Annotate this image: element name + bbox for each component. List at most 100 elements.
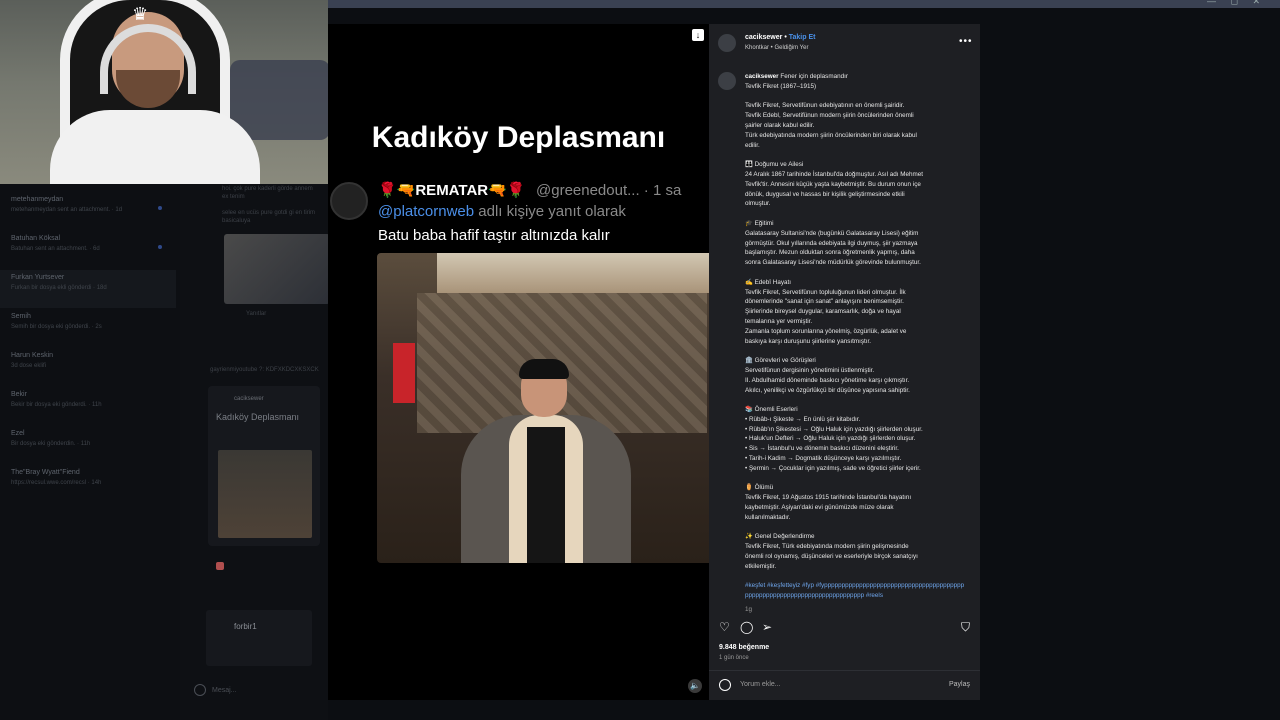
window-titlebar: ― ◻ ✕ — [328, 0, 1280, 8]
tweet-reply-text: adlı kişiye yanıt olarak — [474, 203, 626, 220]
bookmark-icon[interactable]: ⛉ — [961, 620, 970, 635]
caption-line: Servetifünun dergisinin yönetimini üstle… — [745, 366, 875, 374]
caption-line: önemli rol oynamış, düşünceleri ve eserl… — [745, 553, 918, 561]
dm-list: metehanmeydan metehanmeydan sent an atta… — [0, 184, 180, 720]
webcam-overlay: ♛ — [0, 0, 328, 184]
dm-preview: Bir dosya eki gönderdin. · 11h — [11, 441, 91, 447]
caption-line: dönük, duygusal ve hassas bir kişilik ge… — [745, 190, 905, 198]
caption-title: Fener için deplasmandır — [780, 73, 848, 80]
more-options-icon[interactable]: ••• — [959, 36, 973, 47]
caption-line: 🎓 Eğitimi — [745, 219, 774, 227]
caption-line: Tevfik Fikret, Türk edebiyatında modern … — [745, 543, 909, 551]
caption-paragraph: Tevfik Fikret (1867–1915) — [745, 82, 967, 92]
caption-line: • Şermin → Çocuklar için yazılmış, sade … — [745, 464, 921, 472]
dm-preview: Bekir bir dosya eki gönderdi. · 11h — [11, 402, 102, 408]
share-icon[interactable]: ➢ — [762, 620, 772, 634]
reaction-icon[interactable] — [216, 562, 224, 570]
caption-paragraph: Tevfik Fikret, Servetifünun edebiyatının… — [745, 101, 967, 150]
message-input[interactable]: Mesaj... — [190, 684, 320, 700]
caption-line: ✍️ Edebî Hayatı — [745, 278, 791, 286]
caption-line: Tevfik Fikret, 19 Ağustos 1915 tarihinde… — [745, 494, 912, 502]
emoji-icon[interactable] — [194, 684, 206, 696]
caption-line: Şiirlerinde bireysel duygular, karamsarl… — [745, 308, 901, 316]
black-shirt — [527, 427, 565, 563]
reel-video[interactable]: ↓ Kadıköy Deplasmanı 🌹🔫REMATAR🔫🌹 @greene… — [328, 24, 709, 700]
caption-line: Galatasaray Sultanisi'nde (bugünkü Galat… — [745, 229, 919, 237]
audio-subtitle[interactable]: Khontkar • Geldiğim Yer — [745, 45, 808, 51]
caption-paragraph: ⚱️ Ölümü Tevfik Fikret, 19 Ağustos 1915 t… — [745, 483, 967, 522]
caption-line: 🏛️ Görevleri ve Görüşleri — [745, 357, 816, 365]
caption-paragraph: 🏛️ Görevleri ve Görüşleri Servetifünun de… — [745, 356, 967, 395]
shared-card-image — [218, 450, 312, 538]
dm-item[interactable]: Ezel Bir dosya eki gönderdin. · 11h — [0, 426, 176, 464]
caption-line: Tevfik Fikret, Servetifünun topluluğunun… — [745, 288, 906, 296]
like-count[interactable]: 9.848 beğenme — [719, 644, 769, 651]
webcam-background — [230, 60, 328, 140]
caption-line: Tevfik'tir. Annesini küçük yaşta kaybetm… — [745, 180, 921, 188]
mute-icon[interactable]: 🔈 — [688, 679, 702, 693]
tweet-author: 🌹🔫REMATAR🔫🌹 — [378, 182, 526, 199]
caption-line: II. Abdulhamid döneminde baskıcı yönetim… — [745, 376, 910, 384]
caption-paragraph: 📚 Önemli Eserleri • Rübâb-ı Şikeste → En … — [745, 405, 967, 474]
dm-preview: metehanmeydan sent an attachment. · 1d — [11, 207, 123, 213]
caption-line: Tevfik Fikret, Servetifünun edebiyatının… — [745, 102, 905, 110]
author-avatar[interactable] — [718, 34, 736, 52]
caption-line: 📚 Önemli Eserleri — [745, 406, 798, 414]
dm-item[interactable]: Furkan Yurtsever Furkan bir dosya ekli g… — [0, 270, 176, 308]
caption-line: • Rübâb'ın Şikestesi → Oğlu Haluk için y… — [745, 425, 923, 433]
ceiling-light — [437, 253, 709, 293]
dm-item[interactable]: Harun Keskin 3d dose eklifi — [0, 348, 176, 386]
crown-icon: ♛ — [132, 4, 149, 24]
hair — [519, 359, 569, 379]
post-header: caciksewer • Takip Et — [745, 34, 815, 41]
dm-name: Batuhan Köksal — [11, 235, 61, 242]
dm-item[interactable]: Bekir Bekir bir dosya eki gönderdi. · 11… — [0, 387, 176, 425]
dm-item[interactable]: Semih Semih bir dosya eki gönderdi. · 2s — [0, 309, 176, 347]
dm-item[interactable]: The"Bray Wyatt"Fiend https://recsul.wwe.… — [0, 465, 176, 503]
heart-icon[interactable]: ♡ — [719, 620, 730, 634]
shared-thumbnail[interactable] — [224, 234, 330, 304]
chat-message: selee en ucüs pure gotdi gi en tirim — [222, 210, 316, 216]
caption-paragraph: 🎓 Eğitimi Galatasaray Sultanisi'nde (bugü… — [745, 219, 967, 268]
unread-dot — [158, 206, 162, 210]
message-placeholder: Mesaj... — [212, 687, 237, 694]
chat-message: basicaluya — [222, 218, 251, 224]
replies-label[interactable]: Yanıtlar — [246, 311, 266, 317]
caption-line: • Tarih-i Kadim → Dogmatik düşünceye kar… — [745, 455, 902, 463]
chat-thread: hoi. çok pure kaderli görde annem ex ten… — [180, 184, 330, 720]
post-timestamp: 1 gün önce — [719, 655, 749, 661]
caption-line: Tevfik Edebl, Servetifünun modern şiirin… — [745, 112, 914, 120]
post-comment-button[interactable]: Paylaş — [949, 681, 970, 688]
caption-paragraph: ✨ Genel Değerlendirme Tevfik Fikret, Türk… — [745, 532, 967, 571]
caption-line: görmüştür. Okul yıllarında edebiyata ilg… — [745, 239, 918, 247]
caption-line: Akılcı, yenilikçi ve özgürlükçü bir düşü… — [745, 386, 910, 394]
caption-hashtags[interactable]: #keşfet #keşfetteyiz #fyp #fyppppppppppp… — [745, 581, 967, 601]
caption-line: kullanılmaktadır. — [745, 513, 791, 521]
caption-line: Zamanla toplum sorunlarına yönelmiş, özg… — [745, 327, 907, 335]
comment-input[interactable]: Yorum ekle... — [740, 681, 781, 688]
streamer-shirt — [50, 110, 260, 184]
dm-preview: Semih bir dosya eki gönderdi. · 2s — [11, 324, 102, 330]
red-sign — [393, 343, 415, 403]
caption-line: temalarına yer vermiştir. — [745, 317, 813, 325]
window-controls[interactable]: ― ◻ ✕ — [1207, 0, 1266, 7]
emoji-icon[interactable] — [719, 679, 731, 691]
caption-body: Tevfik Fikret (1867–1915) Tevfik Fikret, … — [745, 82, 967, 572]
author-username[interactable]: caciksewer — [745, 34, 782, 41]
dm-item[interactable]: metehanmeydan metehanmeydan sent an atta… — [0, 192, 176, 230]
follow-button[interactable]: Takip Et — [789, 34, 816, 41]
caption-username[interactable]: caciksewer — [745, 73, 779, 80]
caption-line: • Sis → İstanbul'u ve dönemin baskıcı dü… — [745, 445, 899, 453]
shared-post-card[interactable] — [206, 610, 312, 666]
tweet-reply-line: @platcornweb adlı kişiye yanıt olarak — [378, 203, 626, 220]
caption-line: baskıya karşı duruşunu şiirlerine yansıt… — [745, 337, 871, 345]
download-icon[interactable]: ↓ — [692, 29, 704, 41]
caption-avatar[interactable] — [718, 72, 736, 90]
dm-name: metehanmeydan — [11, 196, 64, 203]
chat-message: hoi. çok pure kaderli görde annem — [222, 186, 313, 192]
caption-line: • Rübâb-ı Şikeste → En ünlü şiir kitabıd… — [745, 415, 861, 423]
comment-icon[interactable]: ◯ — [740, 620, 753, 634]
tweet-text: Batu baba hafif taştır altınızda kalır — [378, 227, 610, 244]
dm-name: Bekir — [11, 391, 27, 398]
dm-item[interactable]: Batuhan Köksal Batuhan sent an attachmen… — [0, 231, 176, 269]
